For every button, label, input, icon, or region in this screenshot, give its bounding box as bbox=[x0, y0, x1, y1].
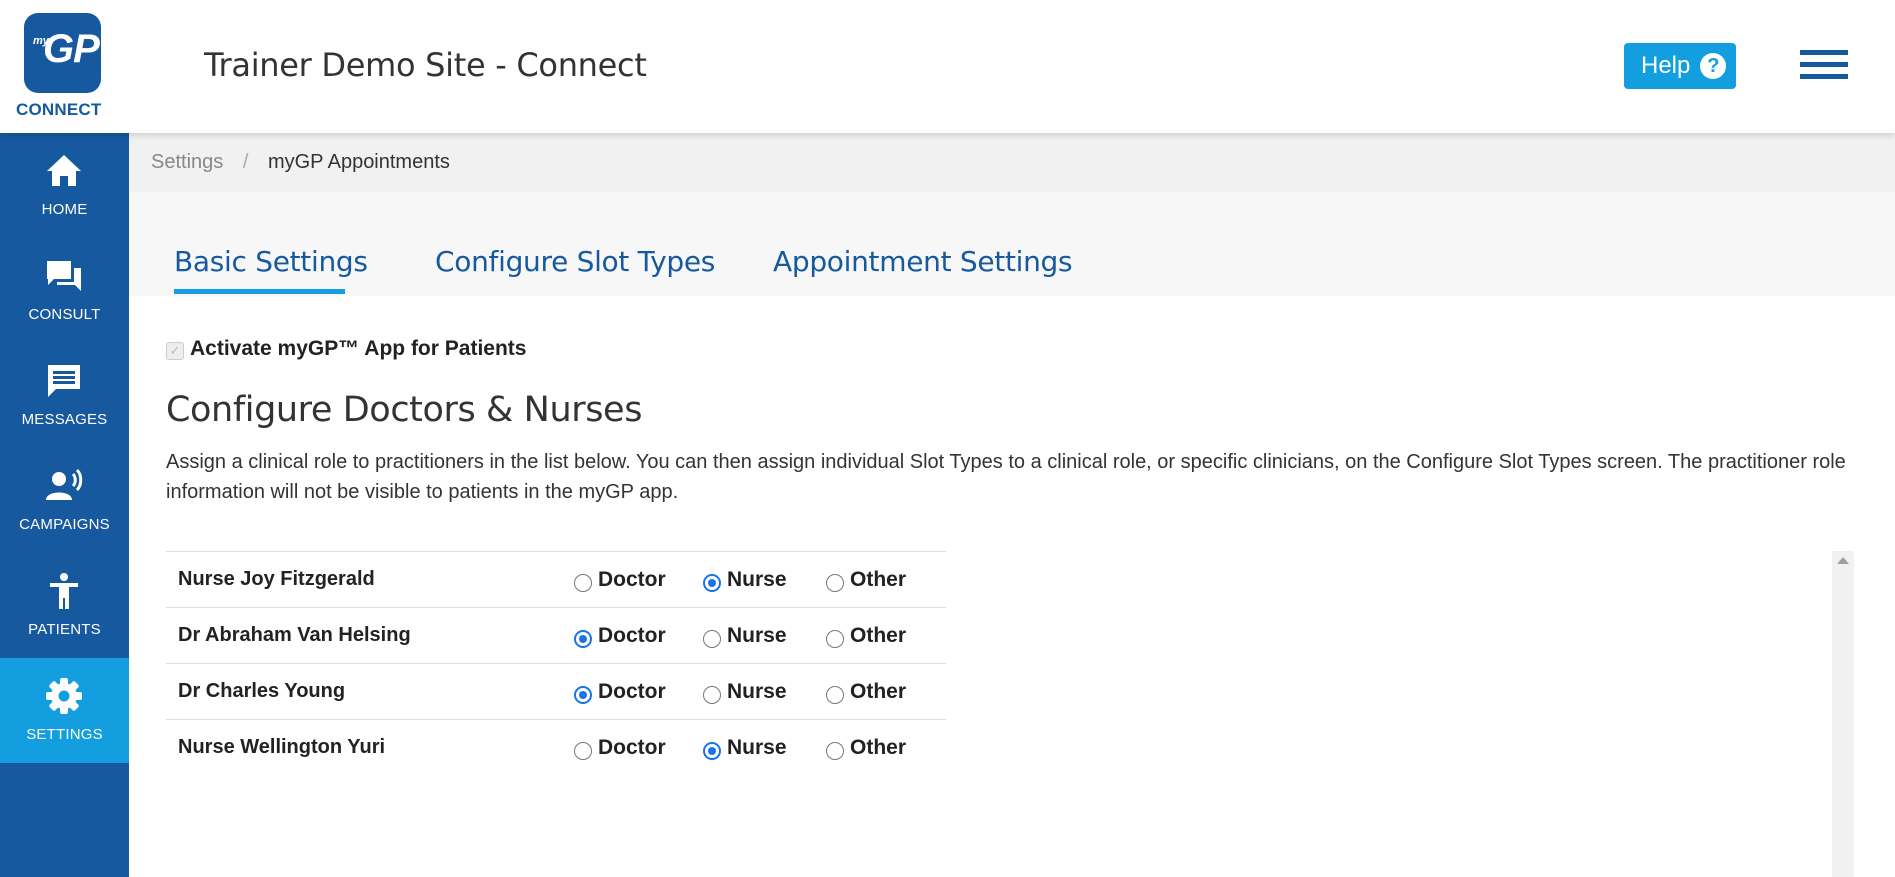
sidebar-item-label: HOME bbox=[41, 201, 88, 218]
role-radio-doctor[interactable]: Doctor bbox=[574, 680, 666, 704]
radio-label: Nurse bbox=[727, 624, 787, 647]
radio-label: Other bbox=[850, 624, 907, 647]
site-title: Trainer Demo Site - Connect bbox=[204, 46, 647, 84]
sidebar-item-messages[interactable]: MESSAGES bbox=[0, 343, 129, 448]
radio-button[interactable] bbox=[826, 629, 844, 648]
radio-label: Other bbox=[850, 680, 907, 703]
logo-gp-text: GP bbox=[43, 27, 100, 71]
role-radio-nurse[interactable]: Nurse bbox=[703, 736, 787, 760]
radio-button[interactable] bbox=[574, 685, 592, 704]
radio-label: Doctor bbox=[598, 736, 666, 759]
table-row: Nurse Wellington Yuri Doctor Nurse Other bbox=[166, 719, 946, 775]
help-button[interactable]: Help ? bbox=[1624, 43, 1736, 89]
sidebar-item-label: PATIENTS bbox=[28, 621, 101, 638]
radio-label: Other bbox=[850, 568, 907, 591]
radio-button[interactable] bbox=[826, 685, 844, 704]
practitioner-name: Dr Abraham Van Helsing bbox=[178, 624, 411, 646]
sidebar-item-label: MESSAGES bbox=[21, 411, 108, 428]
radio-button[interactable] bbox=[703, 573, 721, 592]
role-radio-nurse[interactable]: Nurse bbox=[703, 624, 787, 648]
practitioner-name: Nurse Wellington Yuri bbox=[178, 736, 386, 758]
broadcast-user-icon bbox=[46, 468, 83, 500]
activate-app-label: Activate myGP™ App for Patients bbox=[190, 337, 527, 360]
radio-button[interactable] bbox=[703, 629, 721, 648]
top-header: my GP CONNECT Trainer Demo Site - Connec… bbox=[0, 0, 1895, 133]
practitioner-name: Nurse Joy Fitzgerald bbox=[178, 568, 375, 590]
radio-label: Nurse bbox=[727, 568, 787, 591]
sidebar-item-label: CONSULT bbox=[28, 306, 101, 323]
sidebar-item-label: CAMPAIGNS bbox=[19, 516, 110, 533]
tab-appointment-settings[interactable]: Appointment Settings bbox=[773, 245, 1073, 278]
role-radio-nurse[interactable]: Nurse bbox=[703, 568, 787, 592]
scrollbar[interactable] bbox=[1832, 551, 1854, 877]
role-radio-other[interactable]: Other bbox=[826, 736, 906, 760]
tab-basic-settings[interactable]: Basic Settings bbox=[174, 245, 368, 278]
gear-icon bbox=[46, 678, 82, 714]
mygp-logo[interactable]: my GP bbox=[24, 13, 101, 93]
question-icon: ? bbox=[1700, 53, 1727, 79]
radio-button[interactable] bbox=[574, 573, 592, 592]
radio-button[interactable] bbox=[703, 741, 721, 760]
hamburger-menu-icon[interactable] bbox=[1800, 50, 1848, 82]
role-radio-doctor[interactable]: Doctor bbox=[574, 624, 666, 648]
role-radio-other[interactable]: Other bbox=[826, 568, 906, 592]
sidebar-item-consult[interactable]: CONSULT bbox=[0, 238, 129, 343]
tab-configure-slot-types[interactable]: Configure Slot Types bbox=[435, 245, 715, 278]
home-icon bbox=[47, 155, 81, 186]
role-radio-doctor[interactable]: Doctor bbox=[574, 568, 666, 592]
message-icon bbox=[48, 365, 80, 397]
radio-button[interactable] bbox=[826, 741, 844, 760]
chat-icon bbox=[47, 261, 81, 291]
radio-label: Other bbox=[850, 736, 907, 759]
role-radio-doctor[interactable]: Doctor bbox=[574, 736, 666, 760]
breadcrumb-current: myGP Appointments bbox=[267, 151, 450, 173]
sidebar-item-patients[interactable]: PATIENTS bbox=[0, 553, 129, 658]
scroll-up-arrow-icon[interactable] bbox=[1837, 557, 1849, 564]
table-row: Dr Abraham Van Helsing Doctor Nurse Othe… bbox=[166, 607, 946, 663]
practitioner-name: Dr Charles Young bbox=[178, 680, 346, 702]
person-icon bbox=[50, 573, 78, 609]
table-row: Dr Charles Young Doctor Nurse Other bbox=[166, 663, 946, 719]
radio-label: Nurse bbox=[727, 736, 787, 759]
help-button-label: Help bbox=[1641, 52, 1691, 79]
sidebar-item-label: SETTINGS bbox=[26, 726, 103, 743]
radio-button[interactable] bbox=[703, 685, 721, 704]
role-radio-other[interactable]: Other bbox=[826, 680, 906, 704]
radio-label: Nurse bbox=[727, 680, 787, 703]
sidebar-item-home[interactable]: HOME bbox=[0, 133, 129, 238]
role-radio-nurse[interactable]: Nurse bbox=[703, 680, 787, 704]
sidebar-nav: HOME CONSULT MESSAGES CAMPAIGNS PATIENTS… bbox=[0, 133, 129, 877]
logo-connect-text: CONNECT bbox=[16, 100, 102, 119]
table-row: Nurse Joy Fitzgerald Doctor Nurse Other bbox=[166, 551, 946, 607]
practitioner-roles-table: Nurse Joy Fitzgerald Doctor Nurse Other … bbox=[166, 551, 946, 775]
sidebar-item-campaigns[interactable]: CAMPAIGNS bbox=[0, 448, 129, 553]
radio-label: Doctor bbox=[598, 568, 666, 591]
radio-label: Doctor bbox=[598, 624, 666, 647]
active-tab-indicator bbox=[174, 289, 345, 294]
activate-app-checkbox[interactable]: ✓ bbox=[166, 342, 184, 360]
breadcrumb-separator: / bbox=[242, 151, 249, 173]
settings-tabs: Basic Settings Configure Slot Types Appo… bbox=[129, 192, 1895, 296]
radio-button[interactable] bbox=[574, 741, 592, 760]
breadcrumb: Settings / myGP Appointments bbox=[129, 133, 1895, 192]
activate-app-row: ✓ Activate myGP™ App for Patients bbox=[166, 337, 526, 361]
section-description: Assign a clinical role to practitioners … bbox=[166, 451, 1846, 503]
radio-label: Doctor bbox=[598, 680, 666, 703]
role-radio-other[interactable]: Other bbox=[826, 624, 906, 648]
radio-button[interactable] bbox=[826, 573, 844, 592]
sidebar-item-settings[interactable]: SETTINGS bbox=[0, 658, 129, 763]
section-title: Configure Doctors & Nurses bbox=[166, 390, 643, 430]
breadcrumb-settings-link[interactable]: Settings bbox=[151, 151, 223, 173]
radio-button[interactable] bbox=[574, 629, 592, 648]
